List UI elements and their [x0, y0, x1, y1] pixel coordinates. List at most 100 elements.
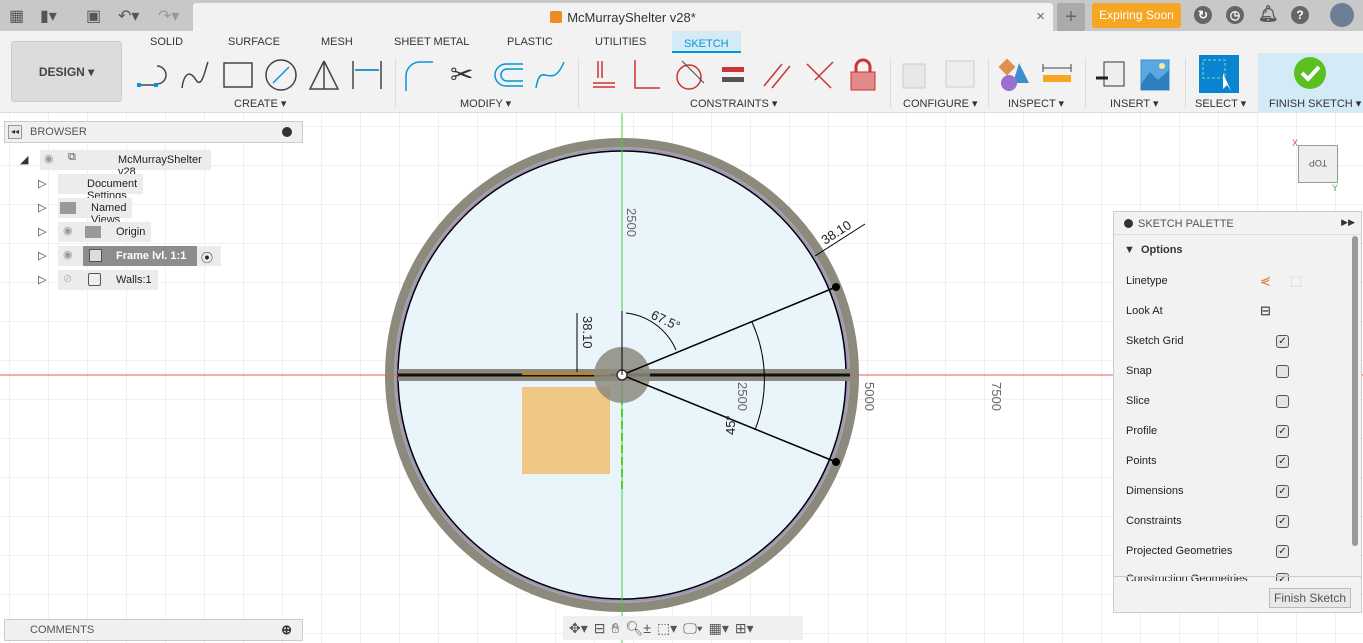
- expand-palette-icon[interactable]: ▶▶: [1341, 217, 1355, 228]
- notifications-bell-icon[interactable]: 🔔︎: [1258, 6, 1278, 24]
- inspect-shapes-icon[interactable]: [997, 58, 1031, 92]
- configure-menu[interactable]: CONFIGURE ▾: [903, 97, 978, 110]
- tab-plastic[interactable]: PLASTIC: [507, 36, 553, 48]
- palette-scrollbar[interactable]: [1352, 236, 1358, 546]
- parallel-constraint-icon[interactable]: [760, 58, 794, 92]
- save-icon[interactable]: ▣: [86, 6, 101, 26]
- parameters-icon[interactable]: [900, 58, 934, 92]
- tab-mesh[interactable]: MESH: [321, 36, 353, 48]
- add-comment-icon[interactable]: ⊕: [281, 622, 292, 638]
- points-checkbox[interactable]: ✓: [1276, 455, 1289, 468]
- sketch-grid-checkbox[interactable]: ✓: [1276, 335, 1289, 348]
- configuration-table-icon[interactable]: [943, 58, 977, 92]
- dim-bar-thickness[interactable]: 38.10: [580, 316, 595, 349]
- grid-settings-icon[interactable]: ▦▾: [709, 620, 729, 637]
- orbit-icon[interactable]: ✥▾: [569, 620, 588, 637]
- modify-menu[interactable]: MODIFY ▾: [460, 97, 511, 110]
- dimensions-checkbox[interactable]: ✓: [1276, 485, 1289, 498]
- display-settings-icon[interactable]: 🖵▾: [683, 620, 702, 637]
- dimension-tool-icon[interactable]: [350, 58, 384, 92]
- file-menu-icon[interactable]: ▮▾: [40, 6, 57, 26]
- collapse-triangle-icon[interactable]: ◢: [20, 153, 28, 166]
- trim-scissors-icon[interactable]: ✂: [450, 58, 484, 92]
- polygon-tool-icon[interactable]: [307, 58, 341, 92]
- insert-menu[interactable]: INSERT ▾: [1110, 97, 1159, 110]
- look-at-icon[interactable]: ⊟: [594, 620, 606, 637]
- user-avatar[interactable]: [1330, 3, 1354, 27]
- profile-rect[interactable]: [522, 387, 610, 474]
- sync-icon[interactable]: ↻: [1194, 6, 1212, 24]
- expand-triangle-icon[interactable]: ▷: [38, 201, 46, 214]
- comments-panel[interactable]: COMMENTS ⊕: [4, 619, 303, 641]
- select-menu[interactable]: SELECT ▾: [1195, 97, 1246, 110]
- measure-ruler-icon[interactable]: [1040, 58, 1074, 92]
- profile-checkbox[interactable]: ✓: [1276, 425, 1289, 438]
- horizontal-constraint-icon[interactable]: [588, 58, 622, 92]
- viewcube-face-top[interactable]: TOP: [1298, 145, 1338, 183]
- tab-surface[interactable]: SURFACE: [228, 36, 280, 48]
- construction-linetype-icon[interactable]: ⋞: [1260, 273, 1271, 289]
- line-tool-icon[interactable]: [135, 58, 169, 92]
- finish-sketch-menu[interactable]: FINISH SKETCH ▾: [1269, 97, 1361, 110]
- offset-tool-icon[interactable]: [490, 58, 524, 92]
- insert-image-icon[interactable]: [1138, 58, 1172, 92]
- hidden-eye-icon[interactable]: ⊘: [63, 272, 72, 285]
- expand-triangle-icon[interactable]: ▷: [38, 273, 46, 286]
- help-icon[interactable]: ?: [1291, 6, 1309, 24]
- collapse-browser-icon[interactable]: ◂◂: [8, 125, 22, 139]
- snap-checkbox[interactable]: [1276, 365, 1289, 378]
- viewports-icon[interactable]: ⊞▾: [735, 620, 754, 637]
- pan-hand-icon[interactable]: ✋︎: [612, 620, 620, 637]
- finish-sketch-button[interactable]: Finish Sketch: [1269, 588, 1351, 608]
- constraints-checkbox[interactable]: ✓: [1276, 515, 1289, 528]
- slice-checkbox[interactable]: [1276, 395, 1289, 408]
- visibility-eye-icon[interactable]: ◉: [63, 224, 73, 237]
- browser-panel-header[interactable]: ◂◂ BROWSER: [4, 121, 303, 143]
- select-tool-icon[interactable]: [1199, 55, 1239, 93]
- undo-icon[interactable]: ↶▾: [118, 6, 139, 26]
- close-tab-button[interactable]: ×: [1036, 8, 1045, 25]
- projected-geometries-checkbox[interactable]: ✓: [1276, 545, 1289, 558]
- tab-sheet-metal[interactable]: SHEET METAL: [394, 36, 469, 48]
- palette-header[interactable]: SKETCH PALETTE ▶▶: [1114, 212, 1361, 235]
- minimize-icon[interactable]: [282, 127, 292, 137]
- spline-tool-icon[interactable]: [178, 58, 212, 92]
- circle-tool-icon[interactable]: [264, 58, 298, 92]
- expiring-soon-button[interactable]: Expiring Soon: [1092, 3, 1181, 28]
- minimize-icon[interactable]: [1124, 219, 1133, 228]
- equal-constraint-icon[interactable]: [717, 58, 751, 92]
- tab-utilities[interactable]: UTILITIES: [595, 36, 646, 48]
- visibility-eye-icon[interactable]: ◉: [44, 152, 54, 165]
- activate-radio-icon[interactable]: ⦿: [201, 249, 213, 266]
- conic-curve-icon[interactable]: [533, 58, 567, 92]
- tab-solid[interactable]: SOLID: [150, 36, 183, 48]
- constraints-menu[interactable]: CONSTRAINTS ▾: [690, 97, 777, 110]
- look-at-icon[interactable]: ⊟: [1260, 303, 1271, 319]
- zoom-icon[interactable]: 🔍︎±: [625, 620, 650, 637]
- fix-lock-icon[interactable]: [846, 58, 880, 92]
- fillet-tool-icon[interactable]: [403, 58, 437, 92]
- tab-sketch[interactable]: SKETCH: [672, 31, 741, 53]
- options-section-header[interactable]: ▼ Options: [1124, 244, 1183, 256]
- expand-triangle-icon[interactable]: ▷: [38, 249, 46, 262]
- coincident-constraint-icon[interactable]: [630, 58, 664, 92]
- inspect-menu[interactable]: INSPECT ▾: [1008, 97, 1064, 110]
- centerline-linetype-icon[interactable]: ⬚: [1290, 273, 1302, 289]
- visibility-eye-icon[interactable]: ◉: [63, 248, 73, 261]
- expand-triangle-icon[interactable]: ▷: [38, 225, 46, 238]
- apps-grid-icon[interactable]: ▦: [9, 6, 24, 26]
- rectangle-tool-icon[interactable]: [221, 58, 255, 92]
- tangent-constraint-icon[interactable]: [672, 58, 706, 92]
- dim-angle-2[interactable]: 45°: [723, 415, 738, 435]
- insert-component-icon[interactable]: [1094, 58, 1128, 92]
- fit-window-icon[interactable]: ⬚▾: [657, 620, 677, 637]
- new-tab-button[interactable]: +: [1057, 3, 1085, 31]
- perpendicular-constraint-icon[interactable]: [803, 58, 837, 92]
- construction-geometries-checkbox[interactable]: ✓: [1276, 573, 1289, 581]
- workspace-switcher[interactable]: DESIGN ▾: [11, 41, 122, 102]
- document-tab[interactable]: McMurrayShelter v28* ×: [193, 3, 1053, 31]
- expand-triangle-icon[interactable]: ▷: [38, 177, 46, 190]
- redo-icon[interactable]: ↷▾: [158, 6, 179, 26]
- create-menu[interactable]: CREATE ▾: [234, 97, 286, 110]
- job-status-icon[interactable]: ◷: [1226, 6, 1244, 24]
